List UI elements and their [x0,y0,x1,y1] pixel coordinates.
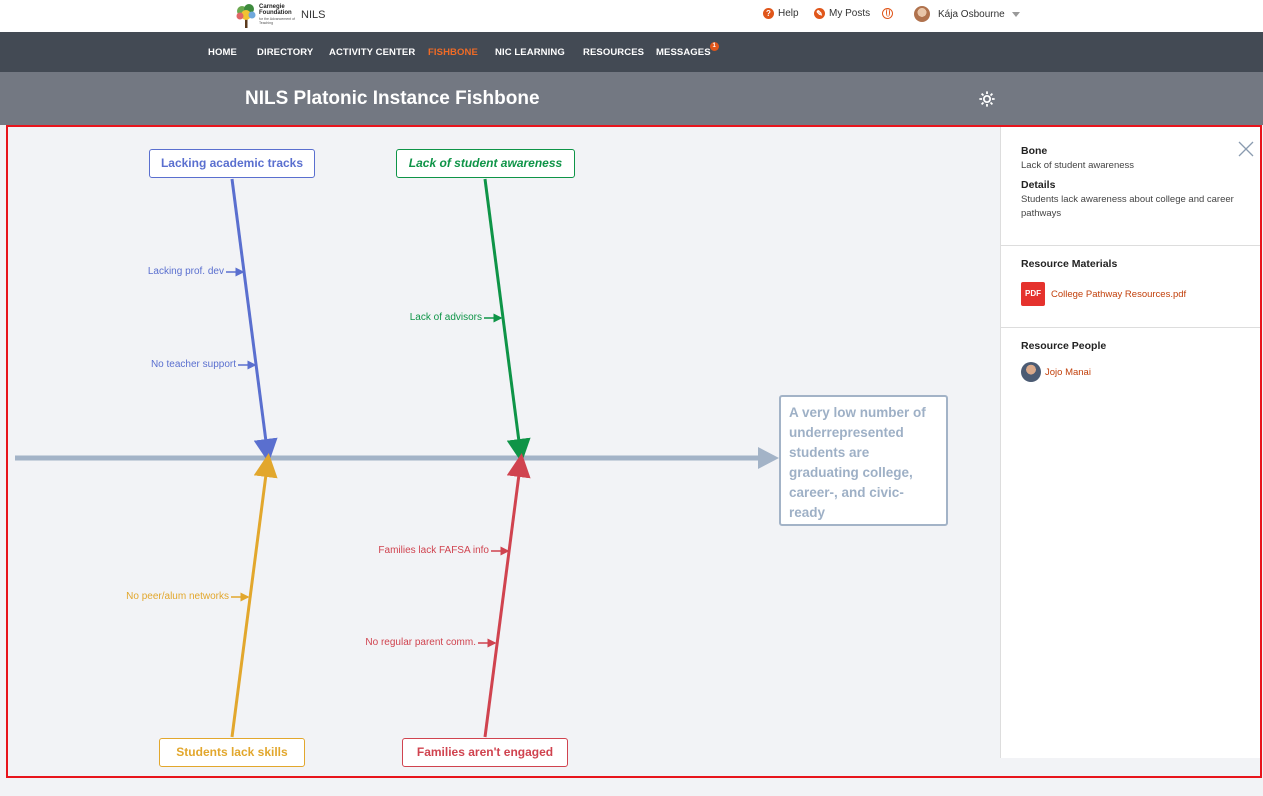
selection-frame [6,125,1262,778]
